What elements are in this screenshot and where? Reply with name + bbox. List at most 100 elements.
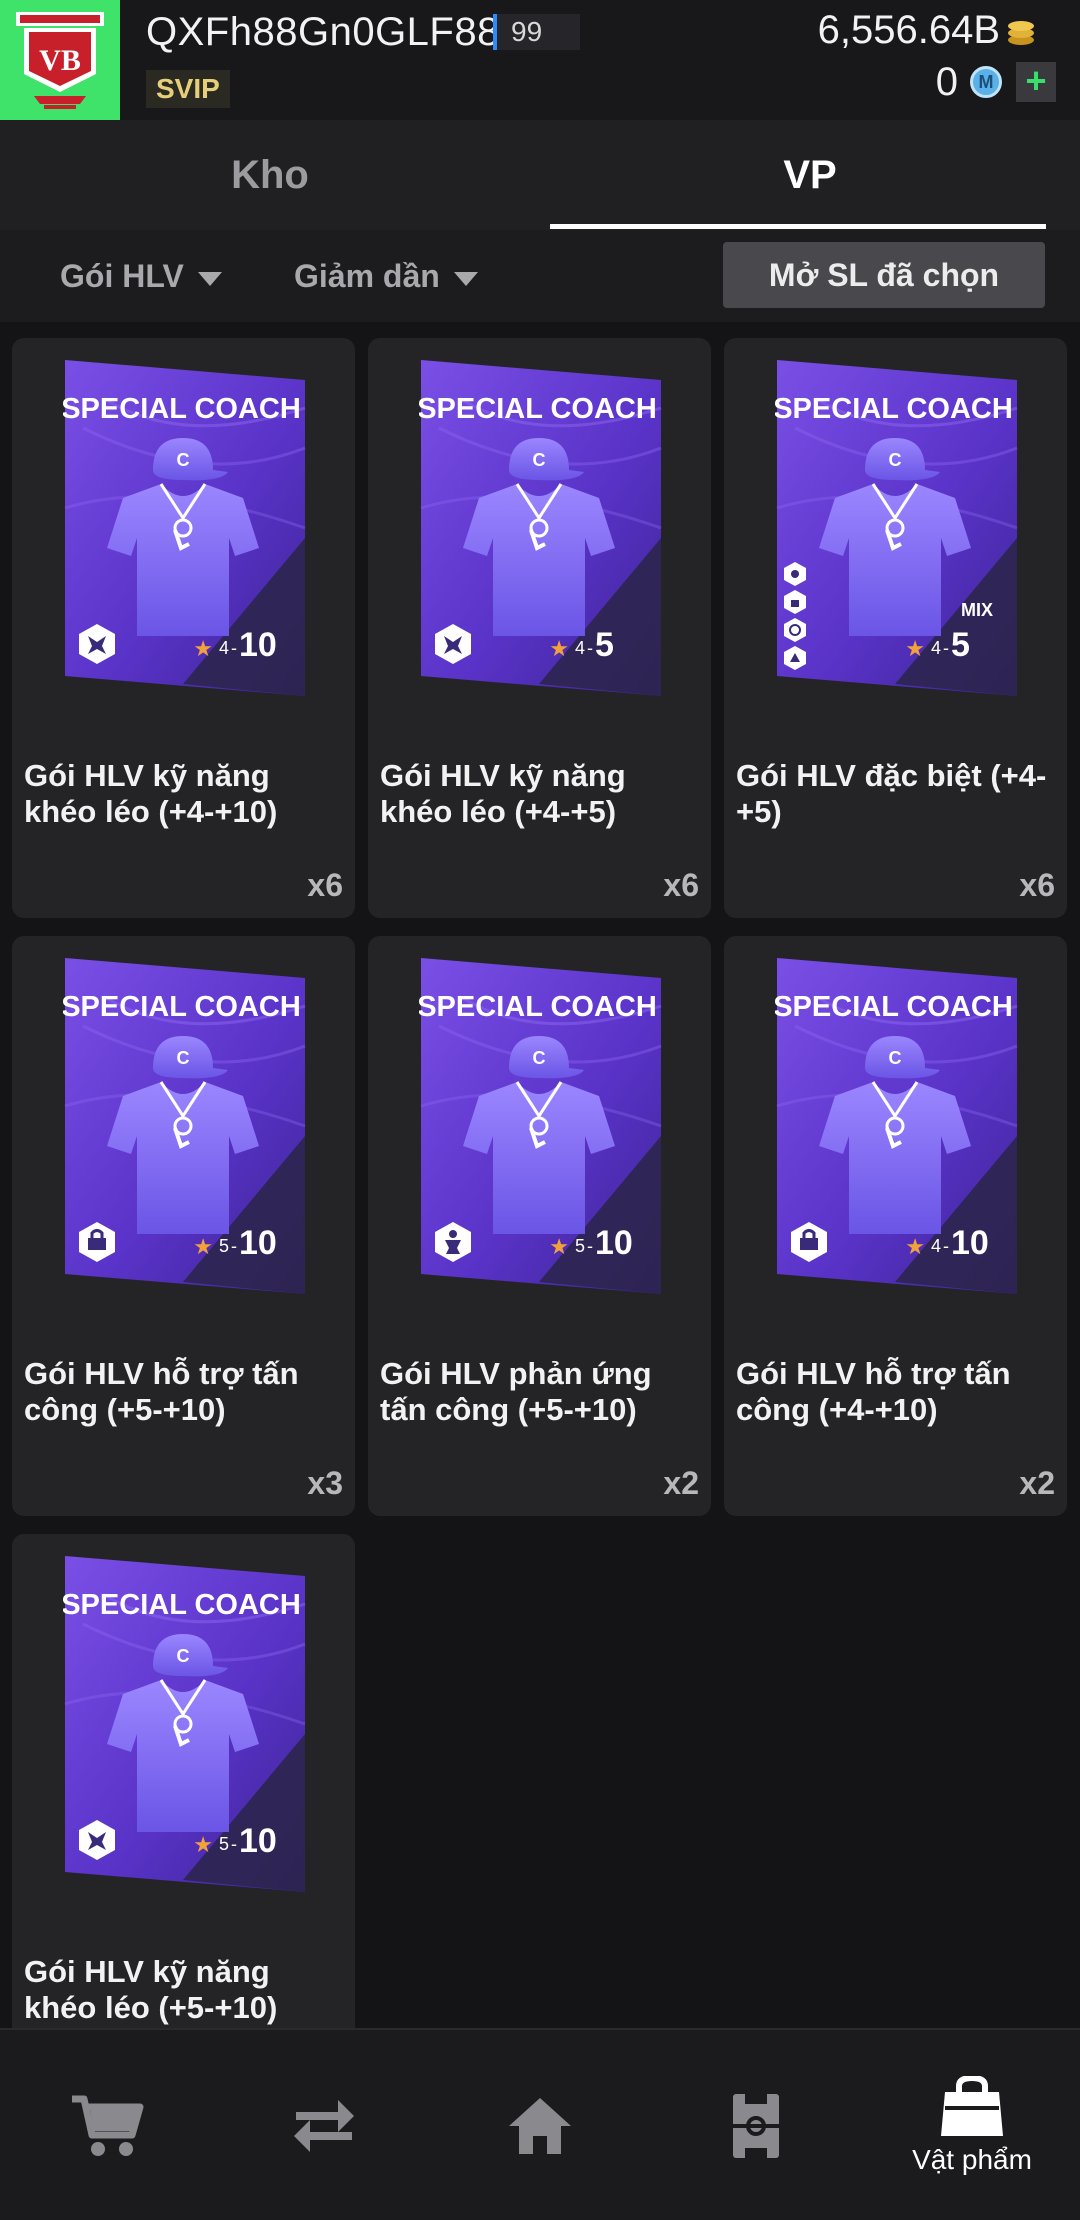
star-min-level: 4	[931, 638, 941, 658]
item-quantity: x2	[663, 1465, 699, 1501]
type-filter-dropdown[interactable]: Gói HLV	[60, 230, 222, 322]
svg-text:SPECIAL COACH: SPECIAL COACH	[775, 991, 1013, 1023]
chevron-down-icon	[453, 271, 478, 286]
svg-text:C: C	[533, 450, 546, 470]
item-name: Gói HLV kỹ năng khéo léo (+4-+10)	[24, 758, 278, 829]
club-logo[interactable]: VB	[0, 0, 120, 120]
svg-text:C: C	[177, 450, 190, 470]
coach-pack-item[interactable]: SPECIAL COACH C ★ 5-10 Gói HLV phản ứng tấn …	[368, 936, 711, 1516]
home-icon	[509, 2098, 571, 2154]
svg-text:★: ★	[193, 1235, 213, 1260]
star-min-level: 5	[219, 1834, 229, 1854]
svg-text:SPECIAL COACH: SPECIAL COACH	[775, 393, 1013, 425]
special-coach-card: SPECIAL COACH C ★ 5-10	[419, 958, 662, 1294]
special-coach-card: SPECIAL COACH C ★ 4-10	[775, 958, 1018, 1294]
svg-text:C: C	[533, 1048, 546, 1068]
coach-pack-item[interactable]: SPECIAL COACH C ★ 4-5 Gói HLV kỹ năng khéo l…	[368, 338, 711, 918]
svip-badge: SVIP	[146, 70, 230, 108]
star-max-level: 10	[595, 1224, 633, 1262]
sort-dropdown[interactable]: Giảm dần	[294, 230, 478, 322]
username: QXFh88Gn0GLF88	[146, 10, 500, 54]
nav-transfer[interactable]	[216, 2030, 432, 2220]
svg-text:★: ★	[549, 1235, 569, 1260]
svg-text:-: -	[943, 1236, 949, 1256]
special-coach-card: SPECIAL COACH C MIX ★ 4-5	[775, 360, 1018, 696]
svg-text:SPECIAL COACH: SPECIAL COACH	[419, 991, 657, 1023]
level-badge: 99	[493, 14, 580, 50]
svg-text:-: -	[587, 638, 593, 658]
svg-text:C: C	[889, 1048, 902, 1068]
item-name: Gói HLV kỹ năng khéo léo (+4-+5)	[380, 758, 626, 829]
special-coach-card: SPECIAL COACH C ★ 4-5	[419, 360, 662, 696]
item-quantity: x6	[663, 867, 699, 903]
svg-text:C: C	[889, 450, 902, 470]
star-min-level: 4	[219, 638, 229, 658]
item-name: Gói HLV hỗ trợ tấn công (+4-+10)	[736, 1356, 1011, 1427]
coach-pack-item[interactable]: SPECIAL COACH C ★ 4-10 Gói HLV hỗ trợ tấn cô…	[724, 936, 1067, 1516]
item-name: Gói HLV hỗ trợ tấn công (+5-+10)	[24, 1356, 299, 1427]
svg-text:C: C	[177, 1646, 190, 1666]
coin-balance: 6,556.64B	[817, 8, 1000, 52]
club-crest-icon: VB	[16, 12, 104, 109]
coin-stack-icon	[1008, 21, 1034, 45]
item-quantity: x6	[1019, 867, 1055, 903]
bottom-nav: Vật phẩm	[0, 2028, 1080, 2220]
coach-pack-item[interactable]: SPECIAL COACH C MIX ★ 4-5 Gói HLV đặc biệt (+…	[724, 338, 1067, 918]
coach-pack-item[interactable]: SPECIAL COACH C ★ 5-10 Gói HLV kỹ năng khéo …	[12, 1534, 355, 2028]
svg-text:-: -	[587, 1236, 593, 1256]
star-min-level: 4	[575, 638, 585, 658]
transfer-icon	[294, 2100, 354, 2152]
star-min-level: 4	[931, 1236, 941, 1256]
star-min-level: 5	[575, 1236, 585, 1256]
star-min-level: 5	[219, 1236, 229, 1256]
svg-text:★: ★	[549, 637, 569, 662]
svg-text:★: ★	[905, 1235, 925, 1260]
open-selected-button[interactable]: Mở SL đã chọn	[723, 242, 1045, 308]
svg-text:-: -	[231, 1236, 237, 1256]
top-header: VB QXFh88Gn0GLF88 99 SVIP 6,556.64B 0 M …	[0, 0, 1080, 120]
formation-icon	[733, 2094, 779, 2158]
tab-kho[interactable]: Kho	[0, 120, 540, 230]
item-name: Gói HLV kỹ năng khéo léo (+5-+10)	[24, 1954, 278, 2025]
svg-text:SPECIAL COACH: SPECIAL COACH	[419, 393, 657, 425]
active-tab-indicator	[550, 224, 1046, 229]
nav-home[interactable]	[432, 2030, 648, 2220]
m-point-balance: 0	[935, 60, 958, 104]
nav-formation[interactable]	[648, 2030, 864, 2220]
svg-text:SPECIAL COACH: SPECIAL COACH	[63, 991, 301, 1023]
type-filter-label: Gói HLV	[60, 258, 184, 294]
item-grid: SPECIAL COACH C ★ 4-10 Gói HLV kỹ năng khéo …	[12, 338, 1072, 2028]
m-point-icon: M	[970, 66, 1002, 98]
svg-text:-: -	[943, 638, 949, 658]
svg-text:★: ★	[193, 637, 213, 662]
svg-text:★: ★	[193, 1833, 213, 1858]
bag-icon	[941, 2076, 1003, 2136]
sort-label: Giảm dần	[294, 258, 440, 294]
item-quantity: x2	[1019, 1465, 1055, 1501]
svg-text:VB: VB	[39, 44, 81, 77]
nav-items[interactable]: Vật phẩm	[864, 2030, 1080, 2220]
coach-pack-item[interactable]: SPECIAL COACH C ★ 4-10 Gói HLV kỹ năng khéo …	[12, 338, 355, 918]
nav-shop[interactable]	[0, 2030, 216, 2220]
svg-text:MIX: MIX	[961, 600, 993, 620]
star-max-level: 10	[951, 1224, 989, 1262]
item-quantity: x6	[307, 867, 343, 903]
svg-text:C: C	[177, 1048, 190, 1068]
tab-vp[interactable]: VP	[540, 120, 1080, 230]
star-max-level: 5	[951, 626, 970, 664]
chevron-down-icon	[197, 271, 222, 286]
star-max-level: 10	[239, 626, 277, 664]
svg-text:SPECIAL COACH: SPECIAL COACH	[63, 393, 301, 425]
coach-pack-item[interactable]: SPECIAL COACH C ★ 5-10 Gói HLV hỗ trợ tấn cô…	[12, 936, 355, 1516]
special-coach-card: SPECIAL COACH C ★ 5-10	[63, 1556, 306, 1892]
star-max-level: 5	[595, 626, 614, 664]
add-currency-button[interactable]: +	[1016, 62, 1056, 102]
filter-bar: Gói HLV Giảm dần Mở SL đã chọn	[0, 230, 1080, 322]
star-max-level: 10	[239, 1822, 277, 1860]
tab-bar: Kho VP	[0, 120, 1080, 230]
svg-text:★: ★	[905, 637, 925, 662]
svg-text:SPECIAL COACH: SPECIAL COACH	[63, 1589, 301, 1621]
nav-items-label: Vật phẩm	[912, 2144, 1032, 2175]
item-name: Gói HLV đặc biệt (+4-+5)	[736, 758, 1047, 829]
star-max-level: 10	[239, 1224, 277, 1262]
